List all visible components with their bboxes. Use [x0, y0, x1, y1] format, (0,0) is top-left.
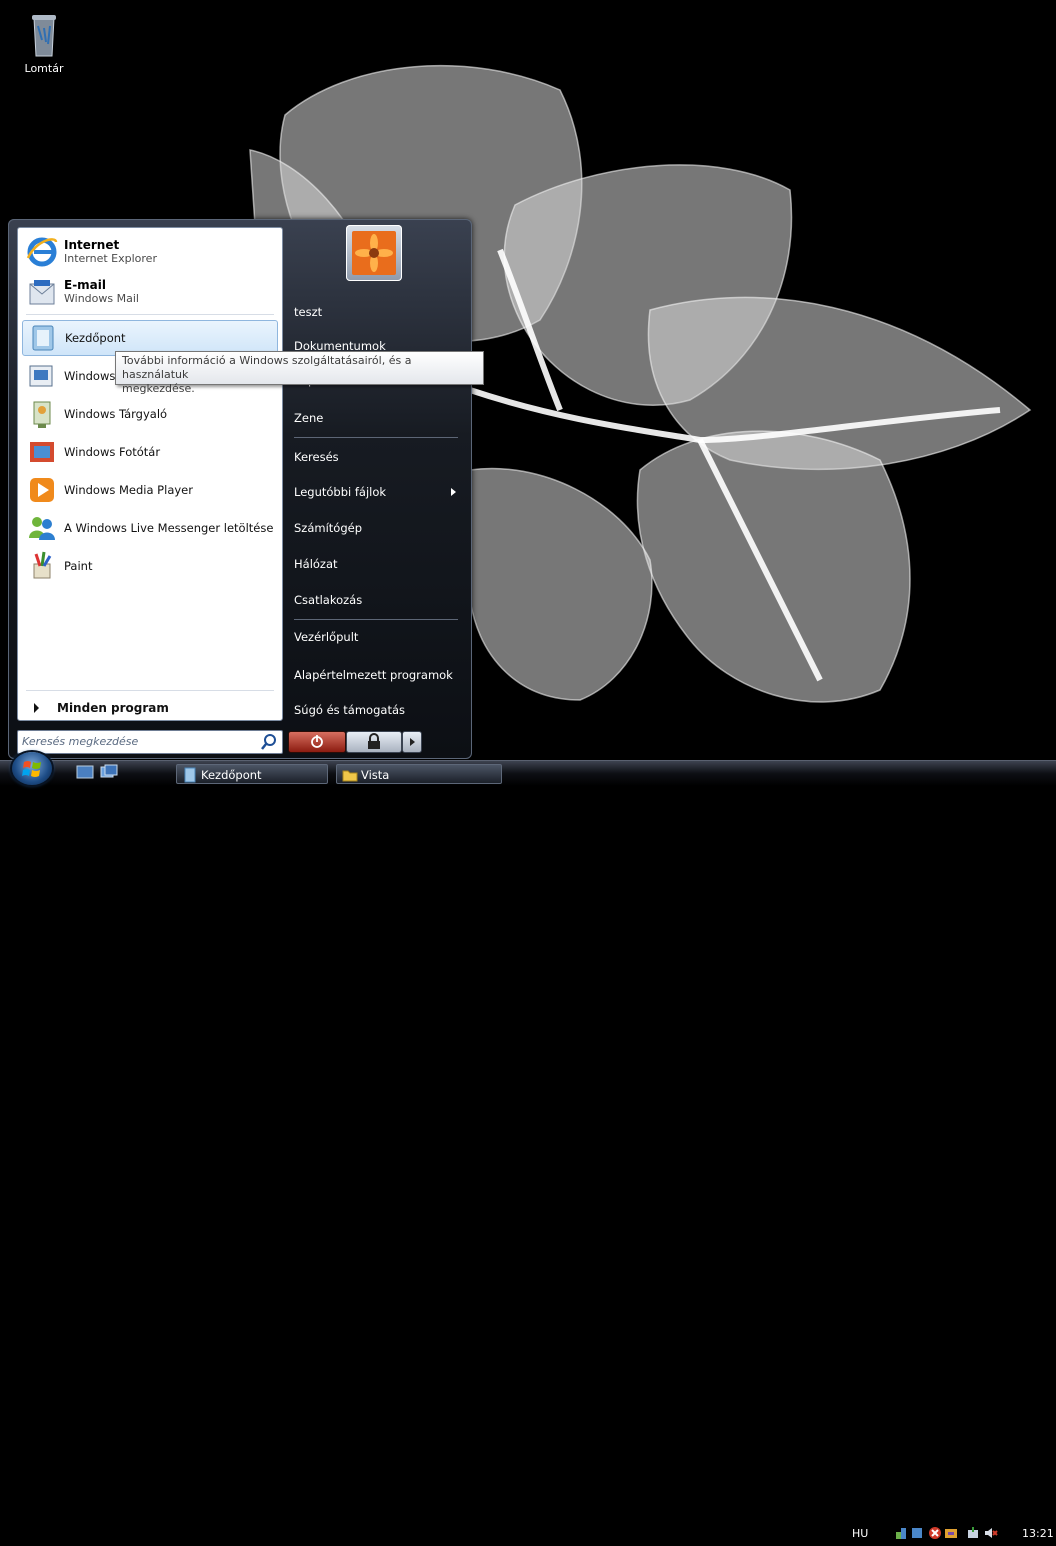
pinned-title: E-mail: [64, 278, 107, 292]
pinned-internet[interactable]: Internet Internet Explorer: [22, 234, 278, 270]
windows-photo-gallery-icon: [30, 442, 54, 462]
paint-icon: [33, 551, 52, 579]
windows-movie-maker-icon: [29, 365, 53, 387]
recycle-bin-icon: [32, 15, 56, 57]
clock[interactable]: 13:21: [1022, 1521, 1054, 1546]
program-item-fototar[interactable]: Windows Fotótár: [22, 434, 278, 470]
right-item-help[interactable]: Súgó és támogatás: [288, 697, 468, 723]
right-item-user[interactable]: teszt: [288, 299, 468, 325]
pinned-email[interactable]: E-mail Windows Mail: [22, 274, 278, 310]
defender-icon[interactable]: [944, 1526, 958, 1540]
start-search-box[interactable]: [17, 730, 283, 754]
right-item-computer[interactable]: Számítógép: [288, 515, 468, 541]
program-label: A Windows Live Messenger letöltése: [64, 521, 274, 535]
start-button[interactable]: [12, 752, 52, 785]
safely-remove-icon[interactable]: [966, 1526, 980, 1540]
desktop-icon-recycle-bin[interactable]: Lomtár: [18, 12, 70, 75]
separator: [294, 437, 458, 438]
separator: [26, 314, 274, 315]
user-picture[interactable]: [346, 225, 402, 281]
right-item-control-panel[interactable]: Vezérlőpult: [288, 624, 468, 650]
chevron-right-icon: [410, 738, 415, 746]
right-item-default-programs[interactable]: Alapértelmezett programok: [288, 662, 468, 688]
tooltip-line: megkezdése.: [122, 382, 195, 395]
pinned-title: Internet: [64, 238, 120, 252]
program-item-media-player[interactable]: Windows Media Player: [22, 472, 278, 508]
windows-live-messenger-icon: [29, 517, 55, 540]
program-item-live-messenger[interactable]: A Windows Live Messenger letöltése: [22, 510, 278, 546]
taskbar: Kezdőpont Vista HU 13:21: [0, 760, 1056, 1540]
start-menu: Internet Internet Explorer E-mail Window…: [8, 219, 472, 759]
folder-icon: [342, 770, 358, 782]
taskbar-button-label: Vista: [361, 768, 390, 782]
lock-button[interactable]: [346, 731, 402, 753]
all-programs-button[interactable]: Minden program: [22, 698, 278, 718]
welcome-center-icon: [32, 325, 54, 351]
taskbar-button-kezdopont[interactable]: Kezdőpont: [176, 764, 328, 784]
separator: [26, 690, 274, 691]
separator: [294, 619, 458, 620]
power-icon: [311, 735, 323, 748]
flower-picture-icon: [352, 231, 396, 275]
start-menu-left-pane: Internet Internet Explorer E-mail Window…: [17, 227, 283, 721]
right-item-network[interactable]: Hálózat: [288, 551, 468, 577]
program-label: Kezdőpont: [65, 331, 126, 345]
desktop-icon-label: Lomtár: [24, 62, 64, 75]
search-input[interactable]: [22, 733, 252, 749]
pinned-subtitle: Internet Explorer: [64, 252, 157, 265]
shutdown-options-button[interactable]: [402, 731, 422, 753]
welcome-center-icon: [184, 767, 196, 783]
security-alert-icon[interactable]: [928, 1526, 942, 1540]
taskbar-button-label: Kezdőpont: [201, 768, 262, 782]
windows-logo-icon: [22, 761, 41, 777]
tooltip-line: További információ a Windows szolgáltatá…: [122, 354, 412, 381]
right-item-recent-files[interactable]: Legutóbbi fájlok: [288, 479, 468, 505]
program-label: Windows Media Player: [64, 483, 193, 497]
right-item-label: Legutóbbi fájlok: [294, 485, 387, 499]
switch-windows-icon[interactable]: [100, 764, 118, 780]
language-indicator[interactable]: HU: [852, 1521, 868, 1546]
program-label: Windows Fotótár: [64, 445, 161, 459]
program-item-targyalo[interactable]: Windows Tárgyaló: [22, 396, 278, 432]
volume-muted-icon[interactable]: [984, 1526, 998, 1540]
windows-meeting-space-icon: [33, 401, 51, 428]
program-item-paint[interactable]: Paint: [22, 548, 278, 584]
windows-mail-icon: [29, 280, 55, 305]
system-tray: HU 13:21: [836, 1521, 1056, 1546]
right-item-search[interactable]: Keresés: [288, 444, 468, 470]
right-item-connect[interactable]: Csatlakozás: [288, 587, 468, 613]
chevron-right-icon: [451, 488, 456, 496]
tooltip: További információ a Windows szolgáltatá…: [115, 351, 484, 395]
start-menu-right-pane: teszt Dokumentumok Képek Zene Keresés Le…: [284, 219, 472, 759]
chevron-right-icon: [34, 703, 39, 713]
windows-media-player-icon: [30, 478, 54, 502]
program-label: Windows Tárgyaló: [64, 407, 168, 421]
internet-explorer-icon: [26, 237, 58, 267]
program-label: Paint: [64, 559, 93, 573]
right-item-music[interactable]: Zene: [288, 405, 468, 431]
power-button[interactable]: [288, 731, 346, 753]
all-programs-label: Minden program: [57, 701, 169, 715]
taskbar-button-vista[interactable]: Vista: [336, 764, 502, 784]
search-icon[interactable]: [260, 733, 278, 751]
network-icon[interactable]: [894, 1526, 908, 1540]
device-icon[interactable]: [910, 1526, 924, 1540]
show-desktop-icon[interactable]: [76, 764, 94, 780]
pinned-subtitle: Windows Mail: [64, 292, 139, 305]
lock-icon: [368, 733, 380, 749]
